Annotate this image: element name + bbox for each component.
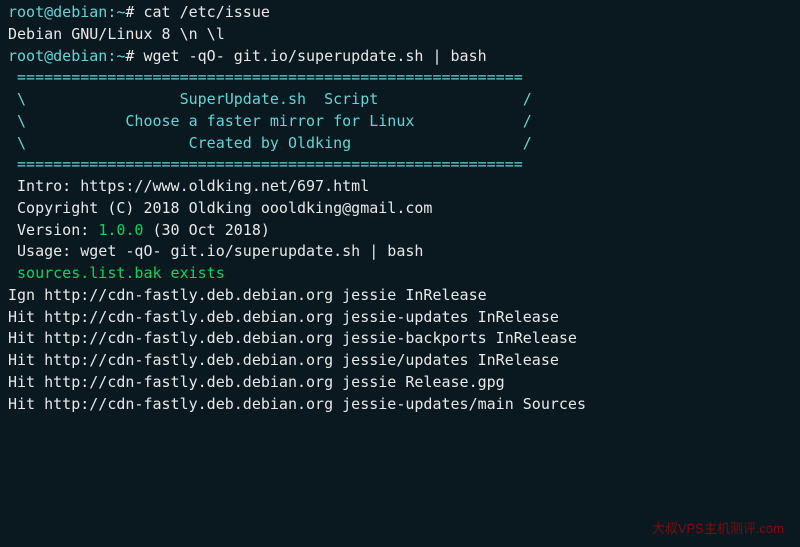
apt-line: Hit http://cdn-fastly.deb.debian.org jes…: [8, 328, 792, 350]
command-text: wget -qO- git.io/superupdate.sh | bash: [143, 47, 486, 65]
terminal-output[interactable]: root@debian:~# cat /etc/issue Debian GNU…: [8, 2, 792, 545]
version-date: (30 Oct 2018): [143, 221, 269, 239]
prompt-host: debian: [53, 3, 107, 21]
copyright-line: Copyright (C) 2018 Oldking oooldking@gma…: [8, 198, 792, 220]
prompt-at: @: [44, 47, 53, 65]
banner-rule: ========================================…: [8, 154, 792, 176]
banner-rule: ========================================…: [8, 67, 792, 89]
watermark-text: 大叔VPS主机测评.com: [652, 520, 784, 539]
prompt-user: root: [8, 3, 44, 21]
prompt-line-1: root@debian:~# cat /etc/issue: [8, 2, 792, 24]
issue-output: Debian GNU/Linux 8 \n \l: [8, 24, 792, 46]
prompt-host: debian: [53, 47, 107, 65]
apt-line: Hit http://cdn-fastly.deb.debian.org jes…: [8, 307, 792, 329]
version-number: 1.0.0: [98, 221, 143, 239]
prompt-line-2: root@debian:~# wget -qO- git.io/superupd…: [8, 46, 792, 68]
banner-subtitle: \ Choose a faster mirror for Linux /: [8, 111, 792, 133]
bak-exists-line: sources.list.bak exists: [8, 263, 792, 285]
prompt-hash: #: [125, 47, 143, 65]
apt-line: Hit http://cdn-fastly.deb.debian.org jes…: [8, 372, 792, 394]
apt-line: Hit http://cdn-fastly.deb.debian.org jes…: [8, 350, 792, 372]
intro-line: Intro: https://www.oldking.net/697.html: [8, 176, 792, 198]
command-text: cat /etc/issue: [143, 3, 269, 21]
banner-author: \ Created by Oldking /: [8, 133, 792, 155]
banner-title: \ SuperUpdate.sh Script /: [8, 89, 792, 111]
apt-line: Hit http://cdn-fastly.deb.debian.org jes…: [8, 394, 792, 416]
usage-line: Usage: wget -qO- git.io/superupdate.sh |…: [8, 241, 792, 263]
prompt-user: root: [8, 47, 44, 65]
version-label: Version:: [8, 221, 98, 239]
apt-line: Ign http://cdn-fastly.deb.debian.org jes…: [8, 285, 792, 307]
prompt-at: @: [44, 3, 53, 21]
prompt-hash: #: [125, 3, 143, 21]
version-line: Version: 1.0.0 (30 Oct 2018): [8, 220, 792, 242]
